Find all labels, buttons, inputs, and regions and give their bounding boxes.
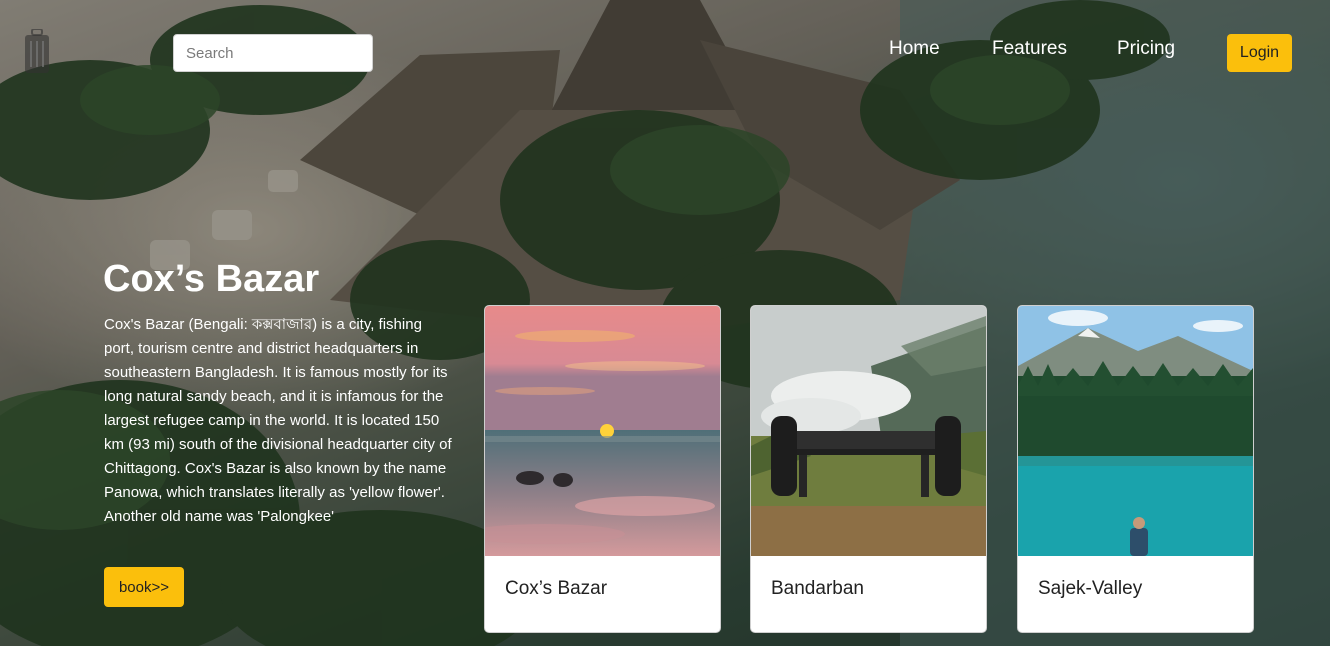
hero-description: Cox's Bazar (Bengali: কক্সবাজার) is a ci…: [104, 316, 452, 525]
mountain-lake-image: [1018, 306, 1253, 556]
search-input[interactable]: [173, 34, 373, 72]
book-button[interactable]: book>>: [104, 567, 184, 607]
nav-link-features[interactable]: Features: [992, 38, 1067, 60]
nav-link-home[interactable]: Home: [889, 38, 940, 60]
destination-card-bandarban[interactable]: Bandarban: [750, 305, 987, 633]
card-title: Bandarban: [771, 578, 864, 599]
hill-bench-image: [751, 306, 986, 556]
luggage-icon: [25, 29, 49, 73]
sunset-beach-image: [485, 306, 720, 556]
card-title: Cox’s Bazar: [505, 578, 608, 599]
login-button[interactable]: Login: [1227, 34, 1292, 72]
hero-title: Cox’s Bazar: [103, 258, 320, 300]
destination-card-sajek-valley[interactable]: Sajek-Valley: [1017, 305, 1254, 633]
card-title: Sajek-Valley: [1038, 578, 1143, 599]
nav-link-pricing[interactable]: Pricing: [1117, 38, 1175, 60]
destination-card-coxs-bazar[interactable]: Cox’s Bazar: [484, 305, 721, 633]
logo[interactable]: [24, 28, 104, 76]
